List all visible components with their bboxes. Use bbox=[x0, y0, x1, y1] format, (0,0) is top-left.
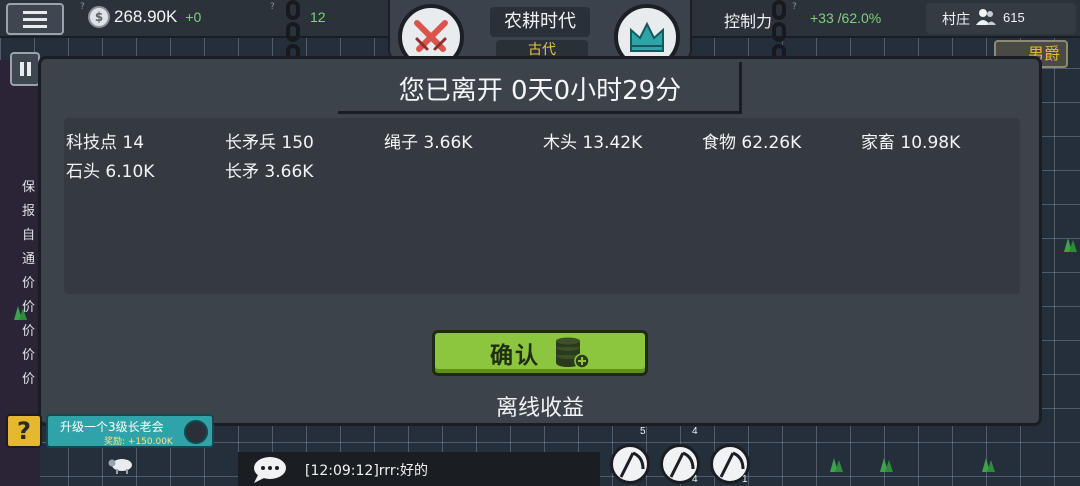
era-title: 农耕时代 bbox=[490, 7, 590, 37]
coins-plus-icon bbox=[556, 337, 590, 369]
unit-count: 4 bbox=[692, 474, 698, 485]
control-label: 控制力 bbox=[724, 12, 773, 31]
crown-icon bbox=[630, 21, 664, 52]
menu-icon-line bbox=[23, 10, 47, 14]
control-value: +33 /62.0% bbox=[810, 10, 882, 26]
resource-item: 食物 62.26K bbox=[702, 133, 802, 153]
tree-icon bbox=[1064, 238, 1077, 252]
info-icon[interactable]: ? bbox=[792, 2, 797, 12]
chain-decoration bbox=[282, 0, 304, 64]
dialog-footer-label: 离线收益 bbox=[495, 396, 584, 421]
chat-message: [12:09:12]rrr:好的 bbox=[305, 463, 429, 479]
quest-status-icon bbox=[184, 420, 208, 444]
info-icon[interactable]: ? bbox=[270, 2, 275, 12]
scythe-unit-button[interactable] bbox=[610, 444, 650, 484]
info-icon[interactable]: ? bbox=[80, 2, 85, 12]
tree-icon bbox=[880, 458, 893, 472]
unit-count: 4 bbox=[692, 426, 698, 437]
tree-icon bbox=[830, 458, 843, 472]
dialog-title: 您已离开 0天0小时29分 bbox=[398, 76, 682, 106]
unit-count: 5 bbox=[640, 426, 646, 437]
menu-button[interactable] bbox=[6, 3, 64, 35]
help-button[interactable]: ? bbox=[6, 414, 42, 448]
quest-reward: 奖励: +150.00K bbox=[104, 437, 173, 447]
resource-grid: 科技点 14 长矛兵 150 绳子 3.66K 木头 13.42K 食物 62.… bbox=[66, 128, 1016, 182]
resource-item: 长矛兵 150 bbox=[225, 133, 314, 153]
unit-count: 1 bbox=[742, 474, 748, 485]
chat-bubble-icon[interactable] bbox=[250, 455, 290, 485]
confirm-button[interactable]: 确认 bbox=[432, 330, 648, 376]
quest-title: 升级一个3级长老会 bbox=[60, 420, 164, 434]
sheep-icon bbox=[108, 459, 132, 474]
second-resource-value: 12 bbox=[310, 9, 326, 25]
resource-item: 科技点 14 bbox=[66, 133, 145, 153]
coins-delta: +0 bbox=[185, 9, 202, 25]
resource-item: 绳子 3.66K bbox=[384, 133, 473, 153]
resource-item: 石头 6.10K bbox=[66, 162, 155, 182]
pause-button[interactable] bbox=[10, 52, 40, 86]
menu-icon-line bbox=[23, 24, 47, 28]
scythe-icon bbox=[619, 451, 645, 478]
confirm-label: 确认 bbox=[490, 343, 540, 369]
tree-icon bbox=[982, 458, 995, 472]
village-label: 村庄 bbox=[942, 12, 970, 28]
coins-value: 268.90K bbox=[114, 7, 178, 26]
resource-item: 木头 13.42K bbox=[543, 133, 643, 153]
village-value: 615 bbox=[1003, 10, 1025, 25]
crossed-swords-icon bbox=[414, 20, 448, 52]
resource-item: 家畜 10.98K bbox=[861, 133, 961, 153]
menu-icon-line bbox=[23, 17, 47, 21]
coin-icon: $ bbox=[88, 6, 110, 28]
resource-item: 长矛 3.66K bbox=[225, 162, 314, 182]
people-icon bbox=[976, 9, 996, 25]
coins-display[interactable]: $ 268.90K +0 bbox=[88, 6, 201, 28]
